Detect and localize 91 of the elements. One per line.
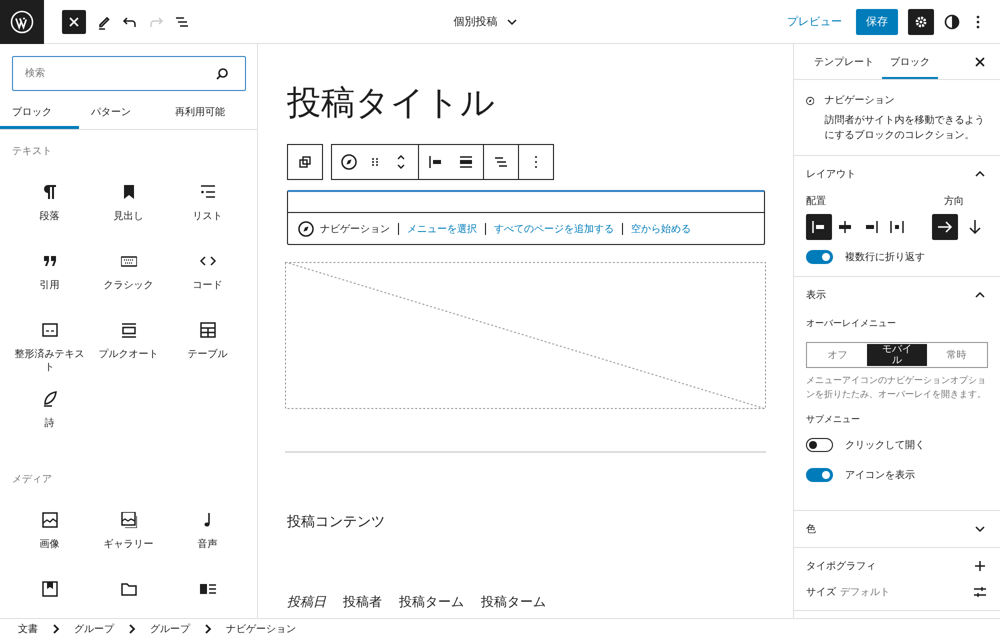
block-item[interactable]: 画像: [10, 500, 89, 569]
field-label: サブメニュー: [806, 413, 861, 426]
field-label: 方向: [944, 194, 964, 208]
toggle-label: 複数行に折り返す: [845, 250, 925, 264]
bookmark-frame-icon: [42, 581, 58, 597]
field-label: 配置: [806, 194, 826, 208]
text-frame-icon: [42, 322, 58, 338]
block-item[interactable]: リスト: [168, 172, 247, 241]
folder-icon: [120, 581, 136, 597]
gear-icon: [913, 14, 929, 30]
toggle-switch[interactable]: [806, 250, 833, 264]
media-text-icon: [200, 581, 216, 597]
breadcrumb-item[interactable]: ナビゲーション: [226, 622, 296, 636]
compass-icon: [298, 220, 314, 236]
arrow-down-icon: [967, 219, 983, 235]
action-link[interactable]: すべてのページを追加する: [494, 222, 614, 236]
size-label: サイズ デフォルト: [806, 586, 890, 599]
panel-header[interactable]: タイポグラフィ: [806, 548, 988, 584]
arrow-right-icon: [937, 219, 953, 235]
post-date: 投稿日: [287, 593, 326, 611]
image-icon: [42, 512, 58, 528]
panel-header[interactable]: 色: [806, 511, 988, 547]
toggle-switch[interactable]: [806, 468, 833, 482]
justify-space-between-icon: [889, 219, 905, 235]
search-icon: [214, 66, 230, 82]
orientation-button[interactable]: [932, 214, 958, 240]
gallery-icon: [120, 512, 136, 528]
inserter-tab[interactable]: 再利用可能: [158, 95, 257, 129]
preview-button[interactable]: プレビュー: [783, 10, 846, 33]
block-item[interactable]: 整形済みテキスト: [10, 310, 89, 379]
segment-option[interactable]: モバイル: [867, 344, 927, 366]
plus-icon[interactable]: [972, 558, 988, 574]
block-item[interactable]: プルクオート: [89, 310, 168, 379]
block-item[interactable]: 詩: [10, 379, 89, 448]
segment-option[interactable]: 常時: [926, 344, 986, 366]
save-button[interactable]: 保存: [856, 8, 898, 34]
compass-icon[interactable]: [341, 154, 357, 170]
block-item[interactable]: 音声: [168, 500, 247, 569]
field-label: オーバーレイメニュー: [806, 317, 897, 330]
post-title[interactable]: 投稿タイトル: [287, 80, 766, 126]
settings-button[interactable]: [908, 8, 934, 34]
toggle-label: アイコンを表示: [845, 468, 915, 482]
block-item[interactable]: テーブル: [168, 310, 247, 379]
sliders-icon[interactable]: [972, 584, 988, 600]
table-icon: [200, 322, 216, 338]
post-author: 投稿者: [343, 593, 382, 611]
category-heading: メディア: [11, 473, 53, 486]
inserter-tab[interactable]: パターン: [79, 95, 158, 129]
toggle-label: クリックして開く: [845, 439, 925, 452]
breadcrumb-item[interactable]: グループ: [150, 622, 190, 636]
block-title: ナビゲーション: [824, 94, 896, 107]
search-field[interactable]: 検索: [12, 56, 246, 91]
pullquote-icon: [120, 322, 136, 338]
post-terms: 投稿ターム: [481, 593, 546, 611]
block-item[interactable]: ギャラリー: [89, 500, 168, 569]
sidebar-tab[interactable]: ブロック: [882, 44, 938, 79]
block-item[interactable]: コード: [168, 241, 247, 310]
list-icon: [200, 184, 216, 200]
justify-left-icon: [811, 219, 827, 235]
contrast-icon[interactable]: [944, 14, 960, 30]
quote-icon: [42, 253, 58, 269]
block-item[interactable]: 引用: [10, 241, 89, 310]
inserter-tab[interactable]: ブロック: [0, 95, 79, 129]
block-item[interactable]: 見出し: [89, 172, 168, 241]
document-title[interactable]: 個別投稿: [450, 10, 524, 34]
block-item[interactable]: 段落: [10, 172, 89, 241]
justify-right-icon: [863, 219, 879, 235]
help-text: メニューアイコンのナビゲーションオプションを折りたたみ、オーバーレイを開きます。: [806, 374, 987, 401]
post-terms: 投稿ターム: [399, 593, 464, 611]
justify-center-icon: [837, 219, 853, 235]
duplicate-icon[interactable]: [297, 154, 313, 170]
justification-button[interactable]: [806, 214, 832, 240]
paragraph-icon: [42, 184, 58, 200]
panel-header[interactable]: レイアウト: [806, 156, 988, 192]
post-content[interactable]: 投稿コンテンツ: [287, 513, 766, 531]
sidebar-tab[interactable]: テンプレート: [806, 44, 882, 79]
breadcrumb-item[interactable]: グループ: [74, 622, 114, 636]
block-description: 訪問者がサイト内を移動できるようにするブロックのコレクション。: [824, 114, 986, 143]
action-link[interactable]: 空から始める: [631, 222, 691, 236]
justify-stretch-icon[interactable]: [458, 154, 474, 170]
block-label: ナビゲーション: [320, 222, 390, 236]
wordpress-logo[interactable]: [0, 0, 44, 44]
toggle-switch[interactable]: [806, 438, 833, 452]
breadcrumb-item[interactable]: 文書: [18, 622, 38, 636]
action-link[interactable]: メニューを選択: [407, 222, 477, 236]
panel-header[interactable]: 表示: [806, 277, 988, 313]
justify-left-icon[interactable]: [428, 154, 444, 170]
block-item[interactable]: クラシック: [89, 241, 168, 310]
feather-icon: [42, 391, 58, 407]
segment-option[interactable]: オフ: [808, 344, 868, 366]
category-heading: テキスト: [11, 145, 53, 158]
